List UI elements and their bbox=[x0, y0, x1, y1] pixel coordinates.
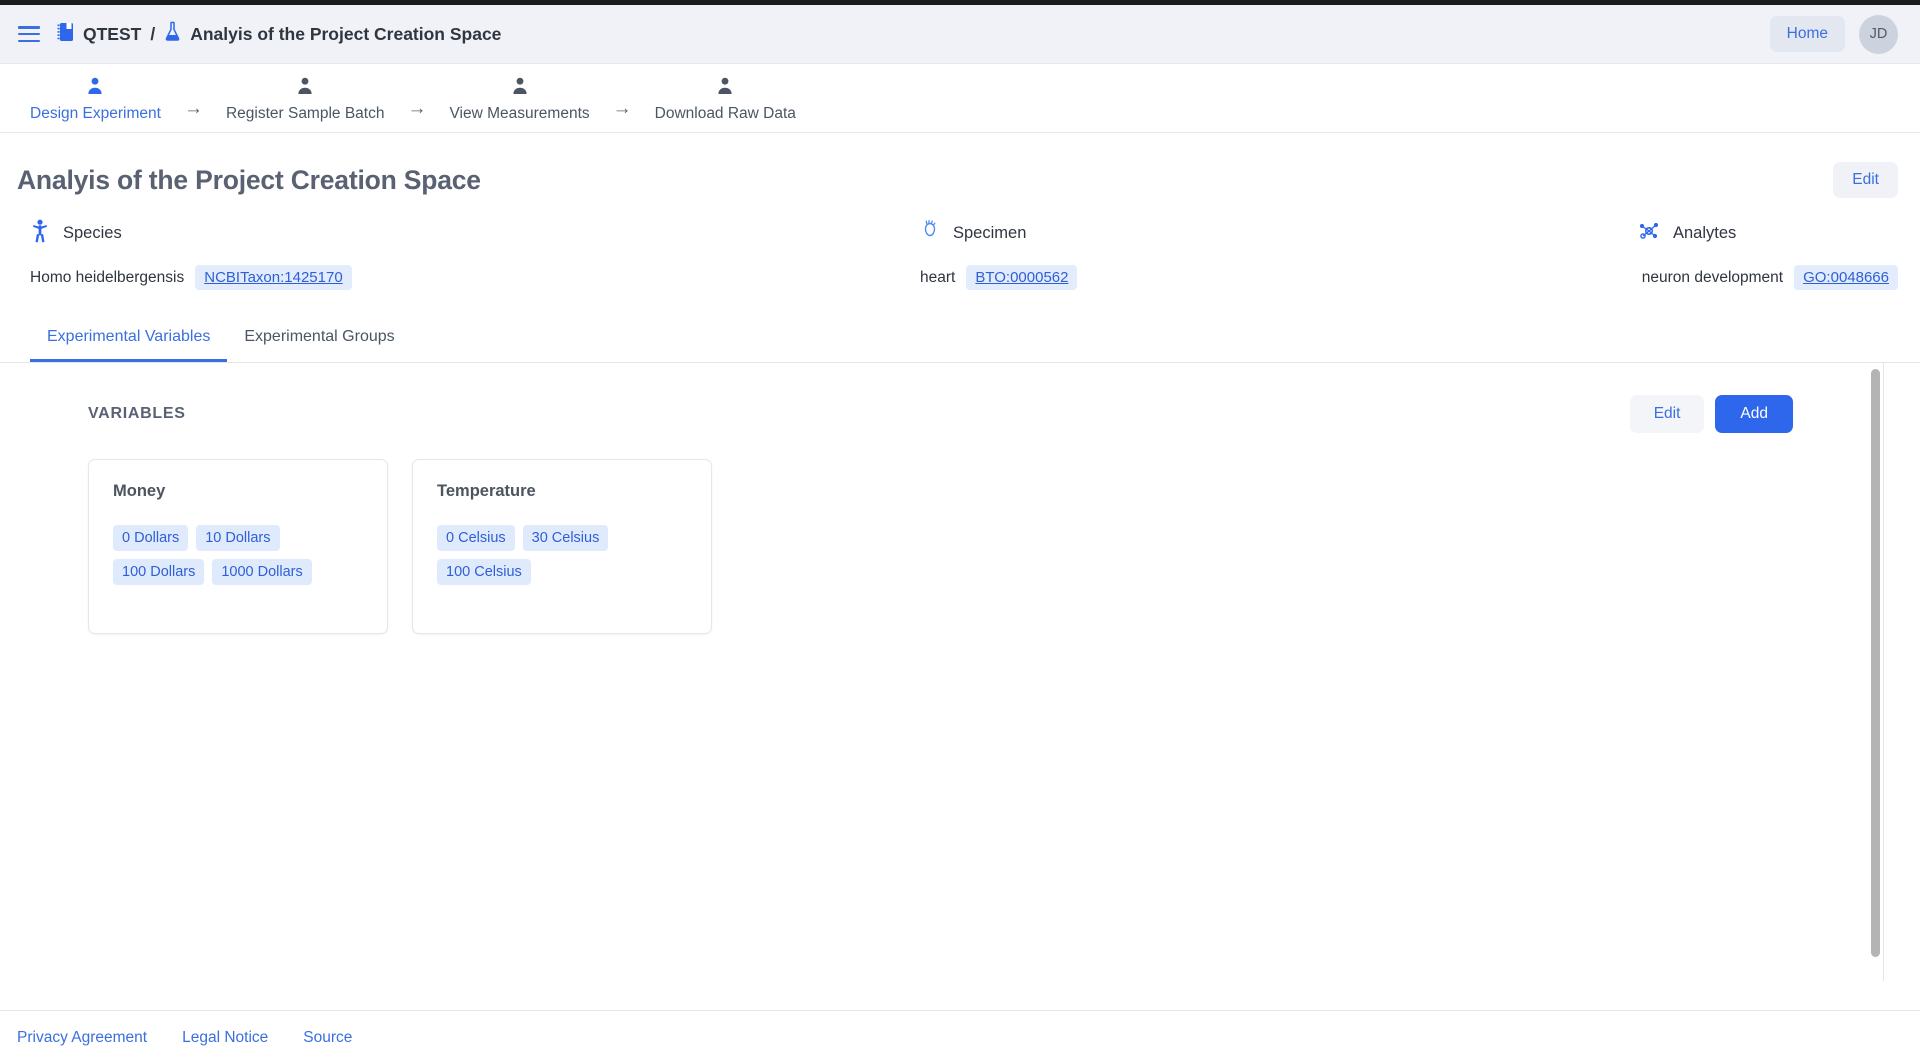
variables-panel: VARIABLES Edit Add Money 0 Dollars 10 Doll… bbox=[30, 363, 1884, 981]
tab-experimental-variables[interactable]: Experimental Variables bbox=[30, 318, 227, 362]
specimen-heading: Specimen bbox=[953, 224, 1026, 243]
workflow-step-register-sample-batch[interactable]: Register Sample Batch bbox=[216, 76, 395, 123]
page-title: Analyis of the Project Creation Space bbox=[17, 165, 481, 196]
flask-icon bbox=[164, 21, 181, 47]
variable-card-title: Money bbox=[113, 482, 363, 501]
metadata-row: Species Homo heidelbergensis NCBITaxon:1… bbox=[0, 198, 1920, 290]
variables-actions: Edit Add bbox=[1630, 395, 1793, 433]
panel-scrollbar-thumb[interactable] bbox=[1871, 369, 1880, 957]
species-heading: Species bbox=[63, 224, 122, 243]
footer-link-legal-notice[interactable]: Legal Notice bbox=[182, 1029, 268, 1047]
variable-level-chip[interactable]: 100 Celsius bbox=[437, 559, 531, 585]
workflow-step-label: Register Sample Batch bbox=[226, 105, 385, 123]
variables-section-label: VARIABLES bbox=[88, 405, 186, 423]
person-icon bbox=[85, 76, 105, 101]
specimen-value: heart bbox=[920, 269, 955, 287]
workflow-step-download-raw-data[interactable]: Download Raw Data bbox=[645, 76, 806, 123]
footer: Privacy Agreement Legal Notice Source bbox=[0, 1010, 1920, 1064]
person-icon bbox=[510, 76, 530, 101]
person-icon bbox=[715, 76, 735, 101]
specimen-value-row: heart BTO:0000562 bbox=[920, 265, 1638, 290]
variable-level-list: 0 Dollars 10 Dollars 100 Dollars 1000 Dolla… bbox=[113, 525, 363, 585]
workflow-step-view-measurements[interactable]: View Measurements bbox=[439, 76, 599, 123]
variable-card: Money 0 Dollars 10 Dollars 100 Dollars 1000 … bbox=[88, 459, 388, 634]
workflow-step-design-experiment[interactable]: Design Experiment bbox=[20, 76, 171, 123]
notebook-icon bbox=[57, 22, 74, 47]
specimen-heading-row: Specimen bbox=[920, 220, 1638, 246]
analytes-value: neuron development bbox=[1642, 269, 1783, 287]
breadcrumb-experiment: Analyis of the Project Creation Space bbox=[190, 24, 501, 45]
breadcrumb-project[interactable]: QTEST bbox=[83, 24, 141, 45]
workflow-step-label: Download Raw Data bbox=[655, 105, 796, 123]
footer-link-privacy-agreement[interactable]: Privacy Agreement bbox=[17, 1029, 147, 1047]
edit-experiment-button[interactable]: Edit bbox=[1833, 162, 1898, 198]
analytes-heading-row: Analytes bbox=[1638, 220, 1736, 246]
tab-experimental-groups[interactable]: Experimental Groups bbox=[227, 318, 411, 362]
workflow-arrow: → bbox=[600, 98, 645, 123]
molecule-network-icon bbox=[1638, 220, 1660, 247]
variable-level-chip[interactable]: 1000 Dollars bbox=[212, 559, 311, 585]
home-button[interactable]: Home bbox=[1770, 16, 1845, 52]
footer-link-source[interactable]: Source bbox=[303, 1029, 352, 1047]
edit-variables-button[interactable]: Edit bbox=[1630, 395, 1705, 433]
workflow-arrow: → bbox=[171, 98, 216, 123]
variable-card: Temperature 0 Celsius 30 Celsius 100 Celsiu… bbox=[412, 459, 712, 634]
variable-level-chip[interactable]: 10 Dollars bbox=[196, 525, 279, 551]
species-value-row: Homo heidelbergensis NCBITaxon:1425170 bbox=[30, 265, 920, 290]
hamburger-icon[interactable] bbox=[18, 26, 40, 42]
person-icon bbox=[295, 76, 315, 101]
variable-card-title: Temperature bbox=[437, 482, 687, 501]
species-heading-row: Species bbox=[30, 220, 920, 246]
analytes-value-row: neuron development GO:0048666 bbox=[1642, 265, 1898, 290]
workflow-arrow: → bbox=[394, 98, 439, 123]
metadata-species: Species Homo heidelbergensis NCBITaxon:1… bbox=[30, 220, 920, 290]
app-header: QTEST / Analyis of the Project Creation … bbox=[0, 5, 1920, 64]
heart-organ-icon bbox=[920, 219, 940, 248]
avatar[interactable]: JD bbox=[1859, 15, 1898, 54]
panel-scrollbar[interactable] bbox=[1868, 363, 1882, 981]
breadcrumb-separator: / bbox=[150, 24, 155, 45]
add-variable-button[interactable]: Add bbox=[1715, 395, 1793, 433]
variable-level-chip[interactable]: 0 Celsius bbox=[437, 525, 515, 551]
metadata-analytes: Analytes neuron development GO:0048666 bbox=[1638, 220, 1898, 290]
variable-level-chip[interactable]: 100 Dollars bbox=[113, 559, 204, 585]
page-title-row: Analyis of the Project Creation Space Ed… bbox=[0, 133, 1920, 198]
tab-bar: Experimental VariablesExperimental Group… bbox=[0, 318, 1920, 363]
header-actions: Home JD bbox=[1770, 15, 1898, 54]
species-value: Homo heidelbergensis bbox=[30, 269, 184, 287]
specimen-ontology-link[interactable]: BTO:0000562 bbox=[966, 265, 1077, 290]
variable-card-list: Money 0 Dollars 10 Dollars 100 Dollars 1000 … bbox=[88, 459, 1883, 634]
species-ontology-link[interactable]: NCBITaxon:1425170 bbox=[195, 265, 351, 290]
workflow-step-label: Design Experiment bbox=[30, 105, 161, 123]
person-standing-icon bbox=[30, 219, 50, 248]
workflow-steps: Design Experiment → Register Sample Batch →… bbox=[0, 64, 1920, 133]
variable-level-list: 0 Celsius 30 Celsius 100 Celsius bbox=[437, 525, 687, 585]
analytes-heading: Analytes bbox=[1673, 224, 1736, 243]
metadata-specimen: Specimen heart BTO:0000562 bbox=[920, 220, 1638, 290]
variables-header: VARIABLES Edit Add bbox=[88, 395, 1883, 433]
workflow-step-label: View Measurements bbox=[449, 105, 589, 123]
breadcrumb: QTEST / Analyis of the Project Creation … bbox=[57, 21, 501, 47]
analytes-ontology-link[interactable]: GO:0048666 bbox=[1794, 265, 1898, 290]
variable-level-chip[interactable]: 0 Dollars bbox=[113, 525, 188, 551]
variable-level-chip[interactable]: 30 Celsius bbox=[523, 525, 609, 551]
